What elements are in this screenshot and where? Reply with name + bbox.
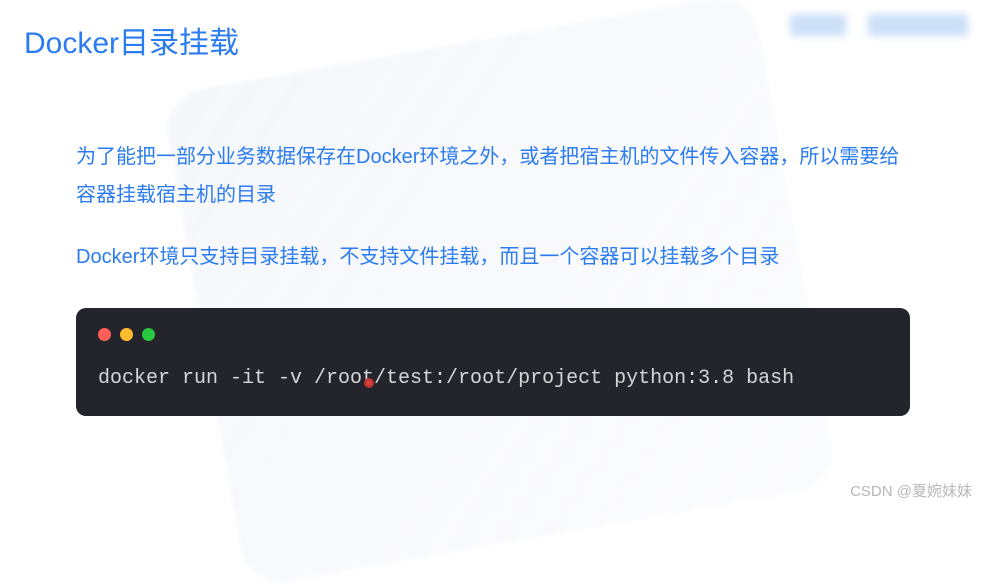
blurred-box-1 [790,14,846,36]
top-right-blurred-area [790,14,968,36]
paragraph-2: Docker环境只支持目录挂载，不支持文件挂载，而且一个容器可以挂载多个目录 [76,238,910,276]
terminal-command: docker run -it -v /root/test:/root/proje… [98,367,888,390]
maximize-dot-icon [142,328,155,341]
blurred-box-2 [868,14,968,36]
terminal-window: docker run -it -v /root/test:/root/proje… [76,308,910,416]
terminal-container: docker run -it -v /root/test:/root/proje… [0,300,986,416]
cursor-highlight-icon [364,378,374,388]
paragraph-1: 为了能把一部分业务数据保存在Docker环境之外，或者把宿主机的文件传入容器，所… [76,138,910,214]
watermark-text: CSDN @夏婉妹妹 [850,480,972,501]
content-area: Docker目录挂载 为了能把一部分业务数据保存在Docker环境之外，或者把宿… [0,0,986,416]
window-controls [98,328,888,341]
minimize-dot-icon [120,328,133,341]
close-dot-icon [98,328,111,341]
paragraphs-container: 为了能把一部分业务数据保存在Docker环境之外，或者把宿主机的文件传入容器，所… [0,62,986,276]
